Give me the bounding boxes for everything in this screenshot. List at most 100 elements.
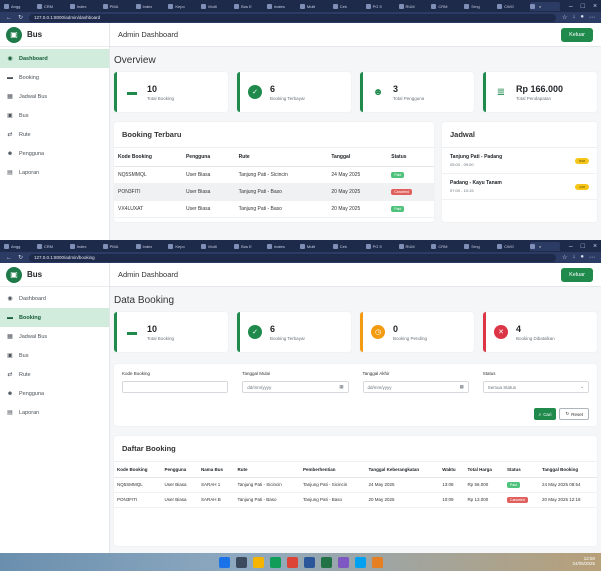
sidebar-item-laporan[interactable]: ▤ Laporan — [0, 163, 109, 182]
brand[interactable]: ▣ Bus — [0, 23, 109, 47]
tanggal-akhir-input[interactable]: dd/mm/yyyy ▦ — [362, 381, 469, 393]
sidebar-item-bus[interactable]: ▣ Bus — [0, 346, 109, 365]
browser-tab[interactable]: CRM — [36, 242, 67, 251]
minimize-icon[interactable]: – — [569, 3, 573, 10]
sidebar-item-rute[interactable]: ⇄ Rute — [0, 125, 109, 144]
star-icon[interactable]: ☆ — [562, 254, 567, 261]
reset-button[interactable]: ↻ Reset — [559, 408, 589, 420]
browser-tab[interactable]: Multi — [201, 242, 231, 251]
close-window-icon[interactable]: × — [593, 3, 597, 10]
status-select[interactable]: Semua Status ⌄ — [482, 381, 589, 393]
search-icon[interactable] — [235, 556, 247, 568]
sidebar-item-dashboard[interactable]: ◉ Dashboard — [0, 49, 109, 68]
sidebar-item-booking[interactable]: ▬ Booking — [0, 68, 109, 87]
table-row[interactable]: PON3FITI User Biasa SARAH B Tanjung Pati… — [114, 492, 597, 508]
menu-dots-icon[interactable]: ⋯ — [589, 14, 595, 21]
browser-tab[interactable]: Angg — [4, 242, 34, 251]
back-icon[interactable]: ← — [6, 255, 12, 261]
browser-tab[interactable]: Multi — [201, 2, 231, 11]
browser-tab-active[interactable]: × — [530, 1, 560, 11]
browser-tab[interactable]: Bus E — [234, 242, 264, 251]
browser-tab[interactable]: PMA — [102, 2, 133, 11]
browser-tab[interactable]: PMA — [102, 242, 133, 251]
app-icon[interactable] — [371, 556, 383, 568]
logout-button[interactable]: Keluar — [561, 27, 593, 42]
taskbar-clock[interactable]: 12:50 24/05/2025 — [572, 556, 595, 566]
excel-icon[interactable] — [320, 556, 332, 568]
browser-tab[interactable]: Cek — [332, 2, 363, 11]
profile-icon[interactable]: ● — [580, 14, 584, 21]
browser-tab[interactable]: Index — [135, 242, 166, 251]
browser-tab[interactable]: Kepo — [168, 2, 198, 11]
browser-tab[interactable]: CRM — [431, 2, 461, 11]
download-icon[interactable]: ↓ — [572, 14, 575, 21]
browser-tab[interactable]: CWG — [497, 242, 527, 251]
browser-tab-active[interactable]: × — [530, 241, 560, 251]
tanggal-mulai-input[interactable]: dd/mm/yyyy ▦ — [242, 381, 349, 393]
minimize-icon[interactable]: – — [569, 243, 573, 250]
browser-tab[interactable]: mates — [267, 2, 297, 11]
list-item[interactable]: Padang - Kayu Tanam 07:00 - 10:15 4/18 — [442, 174, 597, 200]
back-icon[interactable]: ← — [6, 15, 12, 21]
list-item[interactable]: Tanjung Pati - Padang 05:00 - 09:00 8/18 — [442, 148, 597, 174]
file-explorer-icon[interactable] — [252, 556, 264, 568]
app-icon[interactable] — [337, 556, 349, 568]
start-icon[interactable] — [218, 556, 230, 568]
search-button[interactable]: ⌕ Cari — [533, 408, 557, 420]
sidebar-item-rute[interactable]: ⇄ Rute — [0, 365, 109, 384]
word-icon[interactable] — [303, 556, 315, 568]
calendar-icon[interactable]: ▦ — [459, 384, 463, 390]
browser-tab[interactable]: Angg — [4, 2, 34, 11]
reload-icon[interactable]: ↻ — [18, 14, 23, 21]
browser-tab[interactable]: RUM — [398, 2, 429, 11]
chrome-icon[interactable] — [286, 556, 298, 568]
browser-tab[interactable]: Index — [69, 2, 100, 11]
tab-close-icon[interactable]: × — [539, 4, 541, 9]
store-icon[interactable] — [269, 556, 281, 568]
browser-tab[interactable]: Srng — [464, 2, 494, 11]
browser-tab[interactable]: PG 5 — [365, 242, 396, 251]
table-row[interactable]: VX4LUXAT User Biasa Tanjung Pati - Baso … — [114, 200, 434, 218]
browser-tab[interactable]: RUM — [398, 242, 429, 251]
tab-close-icon[interactable]: × — [539, 244, 541, 249]
logout-button[interactable]: Keluar — [561, 267, 593, 282]
sidebar-item-bus[interactable]: ▣ Bus — [0, 106, 109, 125]
close-window-icon[interactable]: × — [593, 243, 597, 250]
sidebar-item-laporan[interactable]: ▤ Laporan — [0, 403, 109, 422]
browser-tab[interactable]: Cek — [332, 242, 363, 251]
browser-tab[interactable]: CRM — [431, 242, 461, 251]
browser-tab[interactable]: Srng — [464, 242, 494, 251]
url-field[interactable]: 127.0.0.1:8000/admin/booking — [29, 253, 556, 262]
sidebar-item-jadwal-bus[interactable]: ▦ Jadwal Bus — [0, 87, 109, 106]
download-icon[interactable]: ↓ — [572, 254, 575, 261]
calendar-icon[interactable]: ▦ — [339, 384, 343, 390]
browser-tab[interactable]: PG 5 — [365, 2, 396, 11]
table-row[interactable]: NQ5SMMQL User Biasa Tanjung Pati - Sicin… — [114, 166, 434, 184]
browser-tab[interactable]: CWG — [497, 2, 527, 11]
browser-tab[interactable]: Bus E — [234, 2, 264, 11]
browser-tab[interactable]: Index — [69, 242, 100, 251]
sidebar-item-pengguna[interactable]: ☻ Pengguna — [0, 384, 109, 403]
browser-tab[interactable]: Kepo — [168, 242, 198, 251]
maximize-icon[interactable]: □ — [581, 3, 585, 10]
browser-tab[interactable]: Multi — [299, 242, 330, 251]
url-field[interactable]: 127.0.0.1:8000/admin/dashboard — [29, 13, 556, 22]
profile-icon[interactable]: ● — [580, 254, 584, 261]
star-icon[interactable]: ☆ — [562, 14, 567, 21]
sidebar-item-pengguna[interactable]: ☻ Pengguna — [0, 144, 109, 163]
browser-tab[interactable]: Index — [135, 2, 166, 11]
menu-dots-icon[interactable]: ⋯ — [589, 254, 595, 261]
table-row[interactable]: PON3FITI User Biasa Tanjung Pati - Baso … — [114, 183, 434, 201]
sidebar-item-dashboard[interactable]: ◉ Dashboard — [0, 289, 109, 308]
brand[interactable]: ▣ Bus — [0, 263, 109, 287]
reload-icon[interactable]: ↻ — [18, 254, 23, 261]
vscode-icon[interactable] — [354, 556, 366, 568]
kode-booking-input[interactable] — [122, 381, 229, 393]
sidebar-item-jadwal-bus[interactable]: ▦ Jadwal Bus — [0, 327, 109, 346]
browser-tab[interactable]: mates — [267, 242, 297, 251]
table-row[interactable]: NQ5SMMQL User Biasa SARAH 1 Tanjung Pati… — [114, 477, 597, 493]
maximize-icon[interactable]: □ — [581, 243, 585, 250]
sidebar-item-booking[interactable]: ▬ Booking — [0, 308, 109, 327]
browser-tab[interactable]: CRM — [36, 2, 67, 11]
browser-tab[interactable]: Multi — [299, 2, 330, 11]
